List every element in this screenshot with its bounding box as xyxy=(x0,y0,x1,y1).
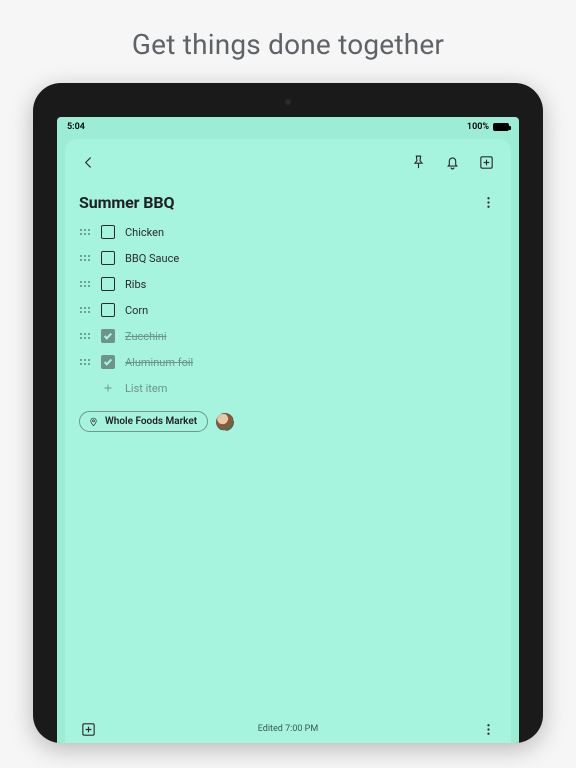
add-list-item-row[interactable]: List item xyxy=(75,375,501,401)
checklist-item-label[interactable]: Zucchini xyxy=(125,330,167,343)
drag-handle[interactable] xyxy=(79,281,91,287)
drag-handle[interactable] xyxy=(79,255,91,261)
tablet-camera xyxy=(284,98,292,106)
bottom-toolbar: Edited 7:00 PM xyxy=(65,715,511,743)
archive-button[interactable] xyxy=(473,149,499,175)
more-actions-button[interactable] xyxy=(475,716,501,742)
battery-percent: 100% xyxy=(467,122,489,132)
checklist-item-label[interactable]: Aluminum foil xyxy=(125,356,193,369)
checklist-row: Zucchini xyxy=(75,323,501,349)
drag-handle[interactable] xyxy=(79,229,91,235)
reminder-button[interactable] xyxy=(439,149,465,175)
battery-icon xyxy=(493,123,509,131)
plus-icon xyxy=(101,381,115,395)
checkbox[interactable] xyxy=(101,329,115,343)
drag-handle[interactable] xyxy=(79,307,91,313)
drag-handle[interactable] xyxy=(79,333,91,339)
promo-headline: Get things done together xyxy=(132,28,444,61)
checklist-row: Aluminum foil xyxy=(75,349,501,375)
collaborator-avatar[interactable] xyxy=(216,413,234,431)
status-time: 5:04 xyxy=(67,122,85,132)
checklist-item-label[interactable]: Ribs xyxy=(125,278,146,291)
checkbox[interactable] xyxy=(101,225,115,239)
checklist-row: Ribs xyxy=(75,271,501,297)
checklist-item-label[interactable]: Chicken xyxy=(125,226,164,239)
note-toolbar xyxy=(65,139,511,181)
tablet-frame: 5:04 100% xyxy=(33,83,543,743)
add-content-button[interactable] xyxy=(75,716,101,742)
checkbox[interactable] xyxy=(101,277,115,291)
screen: 5:04 100% xyxy=(57,117,519,743)
checkbox[interactable] xyxy=(101,355,115,369)
checklist: Chicken BBQ Sauce Ribs Corn Zucchini Aluminum… xyxy=(65,219,511,401)
checklist-row: BBQ Sauce xyxy=(75,245,501,271)
checkbox[interactable] xyxy=(101,251,115,265)
note-surface: Summer BBQ Chicken BBQ Sauce Ribs Corn Zucch… xyxy=(65,139,511,743)
checklist-row: Chicken xyxy=(75,219,501,245)
edited-timestamp: Edited 7:00 PM xyxy=(65,724,511,734)
location-chip[interactable]: Whole Foods Market xyxy=(79,411,208,432)
back-button[interactable] xyxy=(75,149,101,175)
drag-handle[interactable] xyxy=(79,359,91,365)
checklist-item-label[interactable]: Corn xyxy=(125,304,148,317)
checklist-item-label[interactable]: BBQ Sauce xyxy=(125,252,179,265)
status-bar: 5:04 100% xyxy=(57,117,519,135)
note-menu-button[interactable] xyxy=(475,189,501,215)
checklist-row: Corn xyxy=(75,297,501,323)
checkbox[interactable] xyxy=(101,303,115,317)
location-chip-label: Whole Foods Market xyxy=(105,416,197,427)
pin-button[interactable] xyxy=(405,149,431,175)
note-title[interactable]: Summer BBQ xyxy=(79,193,174,212)
add-item-placeholder: List item xyxy=(125,382,167,395)
